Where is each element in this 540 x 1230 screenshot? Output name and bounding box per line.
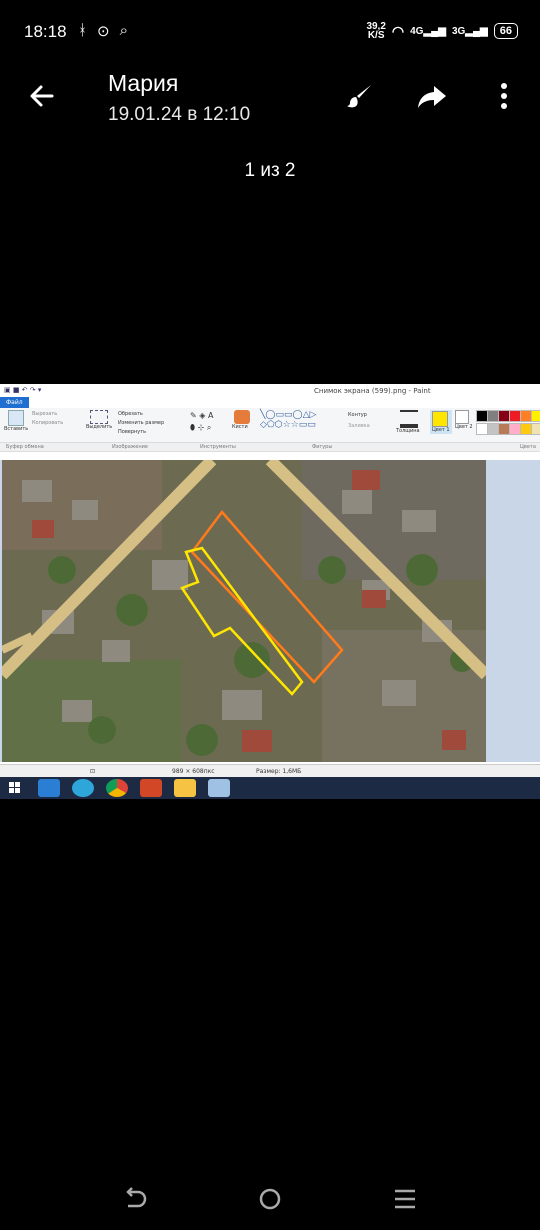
- status-bar: 18:18 ᚼ ⊙ ⌕ 39,2 K/S ◠ 4G▂▄▆ 3G▂▄▆ 66: [0, 0, 540, 66]
- palette-swatch[interactable]: [531, 423, 540, 435]
- satellite-map-image[interactable]: [2, 460, 486, 762]
- thickness-icon: [400, 410, 418, 428]
- group-colors: Цвета: [520, 444, 536, 450]
- paint-tabs: Файл Главная Вид: [0, 397, 540, 408]
- group-tools: Инструменты: [200, 444, 236, 450]
- more-vertical-icon[interactable]: [488, 80, 520, 112]
- palette-swatch[interactable]: [531, 410, 540, 422]
- home-nav-icon[interactable]: [255, 1184, 285, 1214]
- battery-icon: 66: [493, 23, 518, 39]
- rotate-button[interactable]: Повернуть: [118, 428, 164, 437]
- group-clipboard: Буфер обмена: [6, 444, 44, 450]
- share-icon[interactable]: [416, 80, 448, 112]
- color1-swatch: [432, 411, 448, 427]
- net-speed: 39,2 K/S: [366, 22, 385, 41]
- crop-icon: ⊡: [90, 768, 96, 775]
- group-shapes: Фигуры: [312, 444, 333, 450]
- paint-statusbar: ⊡ 989 × 608пкс Размер: 1,6МБ: [0, 764, 540, 778]
- group-image: Изображение: [112, 444, 148, 450]
- paint-window-title: Снимок экрана (599).png - Paint: [314, 387, 431, 395]
- color2-button[interactable]: Цвет 2: [455, 410, 473, 430]
- status-right: 39,2 K/S ◠ 4G▂▄▆ 3G▂▄▆ 66: [366, 22, 518, 41]
- thickness-label: Толщина: [396, 428, 420, 434]
- image-size: Размер: 1,6МБ: [256, 768, 302, 775]
- network-1-label: 4G: [410, 25, 424, 37]
- chrome-icon[interactable]: [106, 779, 128, 797]
- sender-name: Мария: [108, 70, 179, 96]
- powerpoint-icon[interactable]: [140, 779, 162, 797]
- color2-label: Цвет 2: [455, 424, 473, 430]
- brushes-button[interactable]: Кисти: [232, 410, 250, 430]
- telegram-icon[interactable]: [72, 779, 94, 797]
- ie-icon[interactable]: [38, 779, 60, 797]
- ribbon-group-labels: Буфер обмена Изображение Инструменты Фиг…: [0, 443, 540, 452]
- paint-ribbon: Вставить Вырезать Копировать Выделить Об…: [0, 408, 540, 443]
- clipboard-icon: [8, 410, 24, 426]
- tab-view[interactable]: Вид: [67, 397, 91, 408]
- select-icon: [90, 410, 108, 424]
- paint-titlebar: ▣ ■ ↶ ↷ ▾ Снимок экрана (599).png - Pain…: [0, 384, 540, 397]
- wifi-icon: ◠: [391, 22, 405, 39]
- search-icon: ⌕: [119, 22, 128, 39]
- attached-image[interactable]: ▣ ■ ↶ ↷ ▾ Снимок экрана (599).png - Pain…: [0, 384, 540, 799]
- explorer-icon[interactable]: [174, 779, 196, 797]
- net-speed-unit: K/S: [367, 30, 385, 41]
- brush-icon: [234, 410, 250, 424]
- image-dimensions: 989 × 608пкс: [172, 768, 215, 775]
- arrow-left-icon[interactable]: [26, 80, 58, 112]
- nfc-icon: ᚼ: [78, 22, 88, 39]
- android-nav-bar: [0, 1170, 540, 1230]
- select-label: Выделить: [86, 424, 113, 430]
- app-bar: Мария 19.01.24 в 12:10: [0, 60, 540, 140]
- select-button[interactable]: Выделить: [86, 410, 112, 430]
- outline-button[interactable]: Контур: [348, 410, 370, 421]
- status-time: 18:18: [24, 22, 67, 41]
- color2-swatch: [455, 410, 469, 424]
- tab-home[interactable]: Главная: [29, 397, 67, 408]
- network-2-label: 3G: [451, 25, 466, 37]
- brush-icon[interactable]: [344, 80, 376, 112]
- message-datetime: 19.01.24 в 12:10: [108, 104, 251, 125]
- paint-canvas-area: [0, 460, 540, 762]
- copy-button[interactable]: Копировать: [32, 419, 63, 428]
- image-actions: Обрезать Изменить размер Повернуть: [118, 410, 164, 437]
- vpn-icon: ⊙: [97, 23, 110, 40]
- clipboard-actions: Вырезать Копировать: [32, 410, 63, 428]
- paste-button[interactable]: Вставить: [4, 410, 28, 432]
- signal-4g: 4G▂▄▆: [410, 25, 446, 37]
- shape-options: Контур Заливка: [348, 410, 370, 432]
- color-palette[interactable]: [476, 410, 540, 435]
- tools-icons[interactable]: ✎ ◈ A ⬮ ⊹ ⌕: [190, 410, 213, 434]
- thickness-button[interactable]: Толщина: [396, 410, 420, 434]
- paint-app-icon[interactable]: [208, 779, 230, 797]
- color1-label: Цвет 1: [432, 427, 450, 433]
- status-notification-icons: ᚼ ⊙ ⌕: [78, 22, 128, 40]
- cut-button[interactable]: Вырезать: [32, 410, 63, 419]
- signal-3g: 3G▂▄▆: [451, 25, 488, 37]
- crop-button[interactable]: Обрезать: [118, 410, 164, 419]
- shapes-gallery[interactable]: ╲◯▭▭◯△▷ ◇⬠⬡☆☆▭▭: [260, 410, 316, 430]
- resize-button[interactable]: Изменить размер: [118, 419, 164, 428]
- color1-button[interactable]: Цвет 1: [430, 410, 452, 434]
- recents-nav-icon[interactable]: [390, 1184, 420, 1214]
- windows-taskbar: [0, 777, 540, 799]
- quick-access-icons: ▣ ■ ↶ ↷ ▾: [4, 386, 42, 394]
- windows-start-icon[interactable]: [4, 779, 26, 797]
- fill-button[interactable]: Заливка: [348, 421, 370, 432]
- brushes-label: Кисти: [232, 424, 248, 430]
- image-counter: 1 из 2: [244, 160, 296, 181]
- tab-file[interactable]: Файл: [0, 397, 29, 408]
- back-nav-icon[interactable]: [120, 1184, 150, 1214]
- paste-label: Вставить: [4, 426, 29, 432]
